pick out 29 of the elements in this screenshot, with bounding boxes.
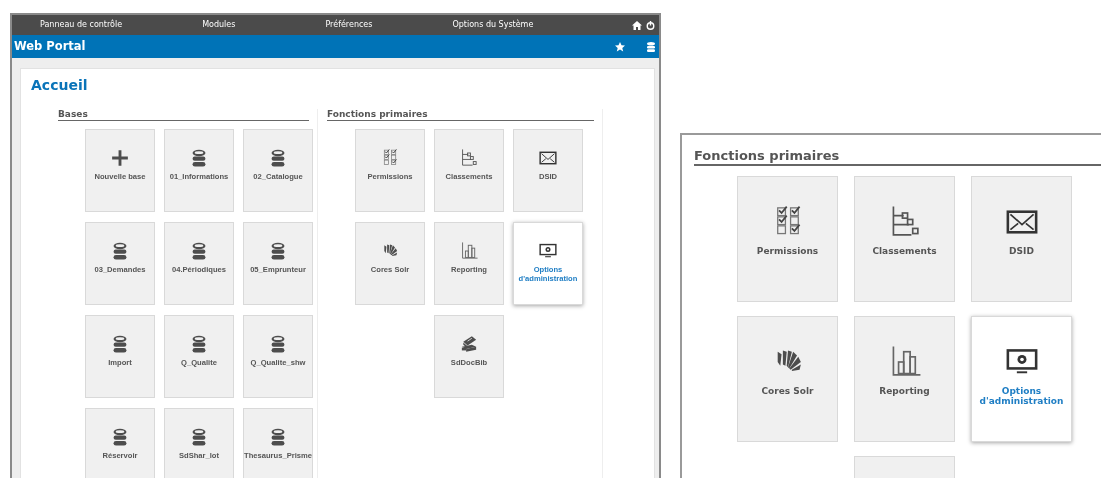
tile-label: Options d'administration <box>978 385 1065 408</box>
tile[interactable]: Reporting <box>854 315 955 442</box>
power-icon[interactable] <box>646 20 655 30</box>
tile[interactable]: Classements <box>854 175 955 302</box>
tile-label: Classements <box>872 245 937 257</box>
tile[interactable]: DSID <box>971 175 1072 302</box>
home-icon[interactable] <box>632 20 642 30</box>
tile-label: DSID <box>1009 245 1034 257</box>
tile-label: Cores Solr <box>761 385 814 397</box>
tile[interactable]: Permissions <box>737 175 838 302</box>
hierarchy-icon <box>459 147 479 168</box>
section-heading: Fonctions primaires <box>694 148 1101 166</box>
books-icon <box>459 333 479 354</box>
menu-item[interactable]: Panneau de contrôle <box>38 19 123 31</box>
plus-icon <box>110 147 130 168</box>
star-icon[interactable] <box>615 41 625 52</box>
page-title: Accueil <box>31 77 89 94</box>
tile-label: Permissions <box>756 245 819 257</box>
section-heading: Fonctions primaires <box>327 108 594 121</box>
tile[interactable]: Options d'administration <box>971 315 1072 442</box>
database-icon[interactable] <box>647 41 655 52</box>
menu-item[interactable]: Préférences <box>323 19 373 31</box>
menu-item[interactable]: Options du Système <box>450 19 534 31</box>
app-title: Web Portal <box>14 37 86 55</box>
tile[interactable]: Cores Solr <box>737 315 838 442</box>
tile-label: Reporting <box>879 385 930 397</box>
menu-item[interactable]: Modules <box>200 19 236 31</box>
section-heading: Bases <box>58 108 309 121</box>
bar-chart-icon <box>459 240 479 261</box>
